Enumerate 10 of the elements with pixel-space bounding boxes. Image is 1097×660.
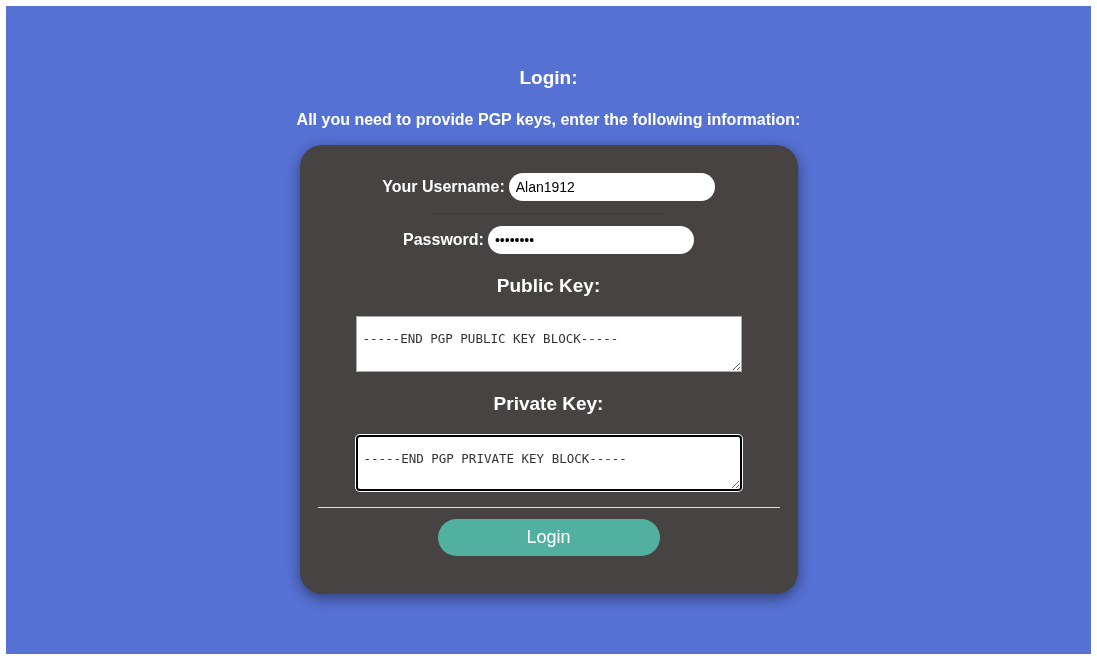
private-key-label: Private Key: bbox=[493, 392, 604, 416]
public-key-field[interactable]: -----END PGP PUBLIC KEY BLOCK----- bbox=[355, 316, 742, 372]
username-field[interactable]: Alan1912 bbox=[508, 173, 715, 201]
username-label: Your Username: bbox=[382, 178, 505, 196]
instructions-text: All you need to provide PGP keys, enter the following information: bbox=[296, 110, 801, 130]
page-title: Login: bbox=[519, 66, 578, 90]
password-label: Password: bbox=[403, 231, 484, 249]
private-key-field[interactable]: -----END PGP PRIVATE KEY BLOCK----- bbox=[355, 435, 742, 491]
public-key-label: Public Key: bbox=[496, 274, 601, 298]
password-field[interactable]: •••••••• bbox=[487, 226, 694, 254]
